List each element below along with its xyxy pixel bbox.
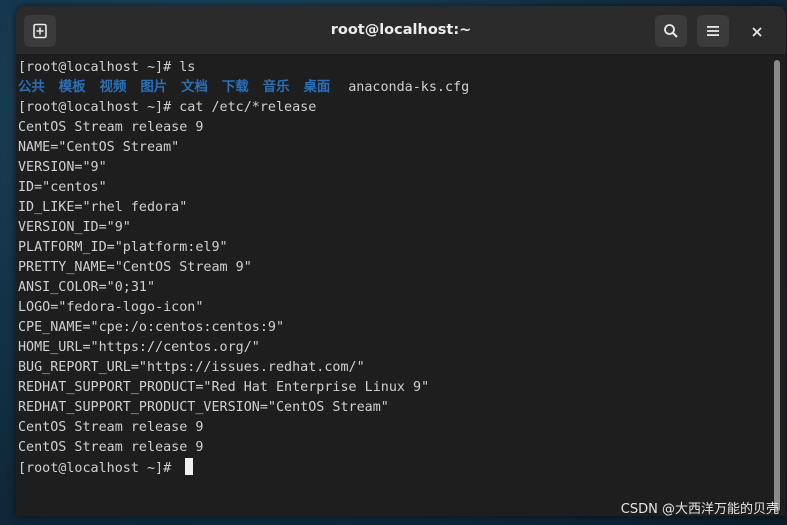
terminal-line: CPE_NAME="cpe:/o:centos:centos:9" [18, 320, 285, 335]
file-entry: anaconda-ks.cfg [348, 80, 470, 95]
terminal-line: PRETTY_NAME="CentOS Stream 9" [18, 260, 252, 275]
terminal-line: [root@localhost ~]# cat /etc/*release [18, 100, 317, 115]
terminal-line: [root@localhost ~]# ls [18, 60, 196, 75]
search-button[interactable] [655, 15, 687, 47]
terminal-lines: [root@localhost ~]# ls 公共 模板 视频 图片 文档 下载 音乐 桌面 a… [18, 58, 469, 478]
terminal-line: CentOS Stream release 9 [18, 420, 204, 435]
directory-entry: 视频 [99, 80, 127, 95]
terminal-line: REDHAT_SUPPORT_PRODUCT_VERSION="CentOS S… [18, 400, 389, 415]
terminal-line: NAME="CentOS Stream" [18, 140, 180, 155]
directory-entry: 公共 [18, 80, 45, 95]
directory-entry: 文档 [181, 80, 208, 95]
terminal-line: CentOS Stream release 9 [18, 120, 204, 135]
window-title: root@localhost:~ [330, 22, 472, 38]
directory-entry: 模板 [58, 80, 86, 95]
terminal-line: ID="centos" [18, 180, 107, 195]
directory-entry: 音乐 [262, 80, 290, 95]
scrollbar[interactable] [772, 60, 782, 512]
terminal-output[interactable]: [root@localhost ~]# ls 公共 模板 视频 图片 文档 下载 音乐 桌面 a… [16, 55, 768, 516]
terminal-line: ANSI_COLOR="0;31" [18, 280, 156, 295]
terminal-line: REDHAT_SUPPORT_PRODUCT="Red Hat Enterpri… [18, 380, 430, 395]
directory-entry: 图片 [140, 80, 168, 95]
terminal-line: LOGO="fedora-logo-icon" [18, 300, 204, 315]
close-button[interactable] [744, 18, 770, 44]
terminal-line: PLATFORM_ID="platform:el9" [18, 240, 228, 255]
scrollbar-thumb[interactable] [774, 60, 780, 512]
shell-prompt: [root@localhost ~]# [18, 461, 180, 476]
close-icon [752, 22, 762, 41]
title-bar: root@localhost:~ [16, 6, 786, 55]
terminal-line: VERSION="9" [18, 160, 107, 175]
terminal-line: CentOS Stream release 9 [18, 440, 204, 455]
terminal-line: VERSION_ID="9" [18, 220, 131, 235]
terminal-line: ID_LIKE="rhel fedora" [18, 200, 188, 215]
terminal-window: root@localhost:~ [root@localhost ~]# ls … [16, 6, 786, 516]
terminal-cursor [185, 458, 194, 475]
ls-output-line: 公共 模板 视频 图片 文档 下载 音乐 桌面 anaconda-ks.cfg [18, 78, 469, 98]
terminal-line: HOME_URL="https://centos.org/" [18, 340, 260, 355]
search-icon [663, 23, 679, 39]
prompt-line: [root@localhost ~]# [18, 458, 469, 478]
hamburger-menu-icon [706, 25, 720, 37]
directory-entry: 桌面 [303, 80, 331, 95]
menu-button[interactable] [697, 15, 729, 47]
new-tab-icon [32, 23, 48, 39]
new-tab-button[interactable] [24, 15, 56, 47]
watermark: CSDN @大西洋万能的贝壳 [620, 502, 779, 517]
terminal-line: BUG_REPORT_URL="https://issues.redhat.co… [18, 360, 365, 375]
directory-entry: 下载 [221, 80, 249, 95]
